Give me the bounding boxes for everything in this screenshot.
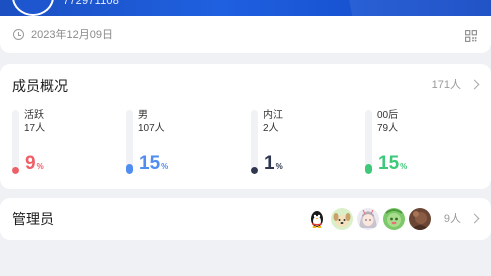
members-overview-card[interactable]: 成员概况 171人 活跃 17人 9% 男 107人 15% 内江 2人 1% … xyxy=(0,64,491,189)
qq-penguin-avatar[interactable] xyxy=(305,207,329,231)
stat-bar-track xyxy=(251,110,258,174)
stat-percent-value: 9 xyxy=(25,153,36,174)
stat-percent-unit: % xyxy=(161,162,169,171)
date-text: 2023年12月09日 xyxy=(31,29,113,41)
stat-bar-fill xyxy=(251,167,258,174)
stat-bar-track xyxy=(126,110,133,174)
date-row: 2023年12月09日 xyxy=(0,16,491,53)
stat-percent-value: 15 xyxy=(139,153,161,174)
stat-percent: 15% xyxy=(139,154,168,177)
anime-girl-avatar[interactable] xyxy=(356,207,380,231)
stat-male: 男 107人 15% xyxy=(126,110,226,180)
members-total: 171人 xyxy=(431,79,461,91)
chevron-right-icon[interactable] xyxy=(469,213,480,224)
stat-label: 内江 xyxy=(263,110,283,121)
stat-label: 00后 xyxy=(377,110,399,121)
stat-label: 活跃 xyxy=(24,110,44,121)
cartoon-dog-avatar[interactable] xyxy=(330,207,354,231)
admins-title: 管理员 xyxy=(12,211,54,227)
stat-post-00: 00后 79人 15% xyxy=(365,110,465,180)
stat-bar-track xyxy=(12,110,19,174)
stat-region: 内江 2人 1% xyxy=(251,110,351,180)
stat-label: 男 xyxy=(138,110,148,121)
members-overview-title: 成员概况 xyxy=(12,78,68,94)
stat-bar-fill xyxy=(126,164,133,174)
stat-percent-unit: % xyxy=(275,162,283,171)
stat-percent-value: 15 xyxy=(378,153,400,174)
stat-percent-value: 1 xyxy=(264,153,275,174)
stat-count: 79人 xyxy=(377,123,399,134)
stat-bar-fill xyxy=(365,164,372,174)
qr-code-icon[interactable] xyxy=(465,30,477,42)
stat-percent: 9% xyxy=(25,154,44,177)
admin-avatar-stack[interactable] xyxy=(305,207,435,231)
stat-bar-track xyxy=(365,110,372,174)
admins-total: 9人 xyxy=(443,213,461,225)
stat-percent-unit: % xyxy=(36,162,44,171)
chevron-right-icon[interactable] xyxy=(469,79,480,90)
brown-photo-avatar[interactable] xyxy=(408,207,432,231)
stat-count: 17人 xyxy=(24,123,46,134)
group-header-banner: 772971108 xyxy=(0,0,491,16)
stat-percent: 15% xyxy=(378,154,407,177)
green-character-avatar[interactable] xyxy=(382,207,406,231)
admins-card[interactable]: 管理员 9人 xyxy=(0,198,491,240)
stat-active: 活跃 17人 9% xyxy=(12,110,112,180)
stat-count: 2人 xyxy=(263,123,279,134)
clock-icon xyxy=(13,29,24,40)
stat-percent: 1% xyxy=(264,154,283,177)
stat-bar-fill xyxy=(12,167,19,174)
group-id: 772971108 xyxy=(63,0,120,7)
stat-count: 107人 xyxy=(138,123,165,134)
group-avatar[interactable] xyxy=(12,0,54,16)
stat-percent-unit: % xyxy=(400,162,408,171)
